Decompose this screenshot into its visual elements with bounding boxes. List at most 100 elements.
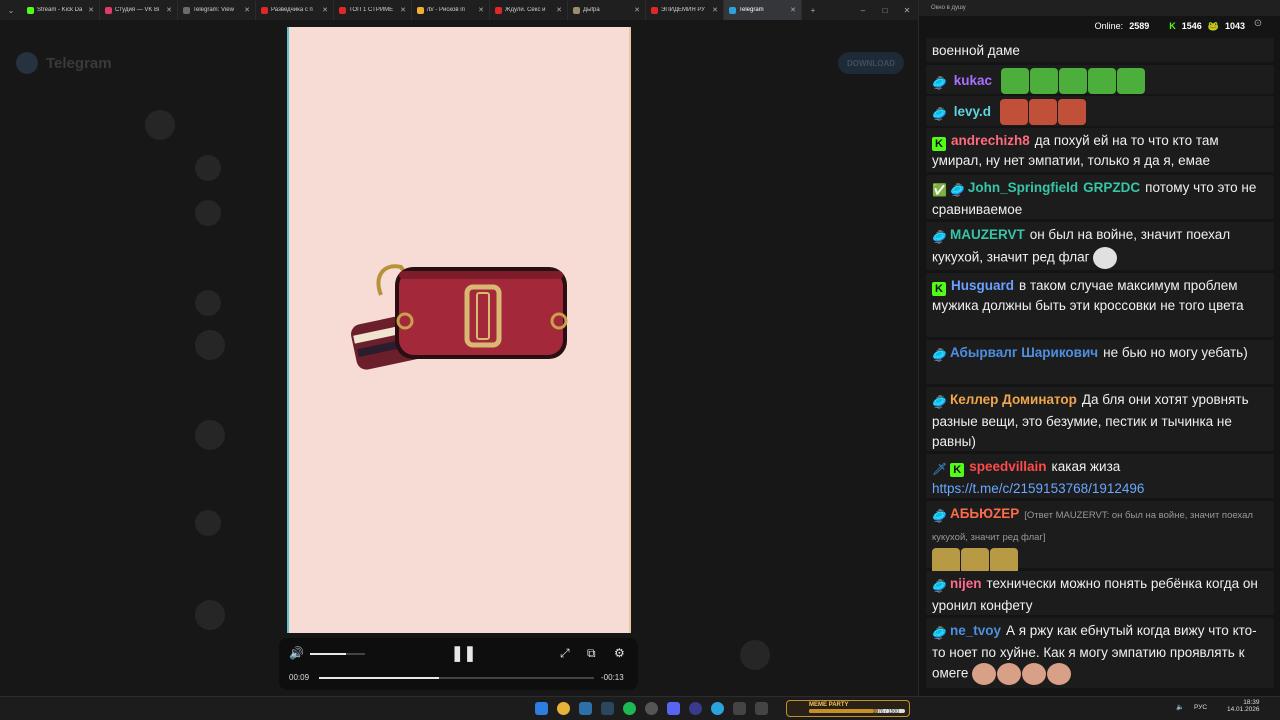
tab-close-icon[interactable]: ✕	[478, 6, 484, 14]
app-icon[interactable]	[733, 702, 746, 715]
meme-party-widget[interactable]: MEME PARTY 1076 / 1500	[786, 700, 910, 717]
telegram-logo-icon	[16, 52, 38, 74]
sound-icon[interactable]: 🔈	[1176, 703, 1184, 711]
username[interactable]: levy.d	[954, 104, 991, 119]
frog-emote-icon	[1116, 68, 1145, 94]
browser-tab-strip: ⌄ Stream - Kick Da ✕ Студия — VK Ві ✕ Telegr…	[0, 0, 918, 20]
username[interactable]: John_Springfield	[968, 180, 1078, 195]
message-text: военной даме	[932, 43, 1020, 58]
chat-window-title: Окно в душу	[919, 0, 1280, 16]
chrome-icon[interactable]	[557, 702, 570, 715]
tab-close-icon[interactable]: ✕	[322, 6, 328, 14]
chat-message: K Husguard в таком случае максимум проблем…	[926, 273, 1274, 337]
laughing-emote-icon	[972, 663, 997, 685]
emote-icon: 🐸	[1207, 20, 1219, 31]
username[interactable]: Келлер Доминатор	[950, 392, 1077, 407]
discord-icon[interactable]	[667, 702, 680, 715]
tab-title: Ждули. Секс и	[505, 7, 546, 13]
tab-close-icon[interactable]: ✕	[244, 6, 250, 14]
tab-list-button[interactable]: ⌄	[0, 6, 22, 15]
username[interactable]: Husguard	[951, 278, 1014, 293]
video-frame[interactable]	[289, 27, 629, 633]
minimize-button[interactable]: –	[852, 6, 874, 15]
browser-tab[interactable]: Студия — VK Ві ✕	[100, 0, 178, 20]
picture-in-picture-icon[interactable]: ⧉	[587, 646, 596, 661]
santa-emote-icon	[1093, 247, 1118, 269]
tab-favicon-icon	[573, 6, 580, 14]
chat-message: 🥏 АБЬЮZEP [Ответ MAUZERVT: он был на войне…	[926, 501, 1274, 574]
new-tab-button[interactable]: +	[802, 6, 824, 15]
tab-close-icon[interactable]: ✕	[556, 6, 562, 14]
browser-tab[interactable]: ТОП 1 СТРИМЕ ✕	[334, 0, 412, 20]
tab-title: Stream - Kick Da	[37, 7, 83, 13]
chat-settings-icon[interactable]: ⊙	[1249, 18, 1267, 34]
remaining-time: -00:13	[601, 673, 624, 682]
online-label: Online:	[1094, 21, 1124, 31]
browser-tab[interactable]: ЭПИДЕМИЯ РУ ✕	[646, 0, 724, 20]
tab-favicon-icon	[183, 6, 190, 14]
tab-title: Telegram: View	[193, 7, 234, 13]
emote-badge-icon: 🥏	[949, 183, 965, 197]
telegram-icon[interactable]	[711, 702, 724, 715]
clock[interactable]: 18:39 14.01.2026	[1227, 699, 1260, 713]
frog-emote-icon	[1087, 68, 1116, 94]
username[interactable]: Абырвалг Шарикович	[950, 345, 1098, 360]
tab-title: ЭПИДЕМИЯ РУ	[661, 7, 705, 13]
app-icon[interactable]	[689, 702, 702, 715]
steam-icon[interactable]	[601, 702, 614, 715]
username[interactable]: kukac	[954, 73, 992, 88]
spotify-icon[interactable]	[623, 702, 636, 715]
quality-settings-icon[interactable]: ⚙	[614, 646, 625, 660]
laughing-emote-icon	[1047, 663, 1072, 685]
emote-badge-icon: 🥏	[932, 626, 947, 640]
laughing-emote-icon	[1022, 663, 1047, 685]
kick-viewers: 1546	[1181, 21, 1202, 31]
file-explorer-icon[interactable]	[579, 702, 592, 715]
browser-tab[interactable]: Дыfра ✕	[568, 0, 646, 20]
maximize-button[interactable]: □	[874, 6, 896, 15]
tab-favicon-icon	[651, 6, 658, 14]
username[interactable]: nijen	[950, 576, 982, 591]
tab-close-icon[interactable]: ✕	[88, 6, 94, 14]
app-icon[interactable]	[755, 702, 768, 715]
kick-badge-icon: K	[950, 463, 965, 477]
message-link[interactable]: https://t.me/c/2159153768/1912496	[932, 481, 1144, 496]
browser-tab[interactable]: Ждули. Секс и ✕	[490, 0, 568, 20]
username[interactable]: andrechizh8	[951, 133, 1030, 148]
fullscreen-icon[interactable]: ⤢	[560, 646, 570, 661]
telegram-brand-label: Telegram	[46, 54, 112, 72]
tab-favicon-icon	[339, 6, 346, 14]
tab-close-icon[interactable]: ✕	[790, 6, 796, 14]
username[interactable]: MAUZERVT	[950, 227, 1025, 242]
tab-close-icon[interactable]: ✕	[712, 6, 718, 14]
obs-icon[interactable]	[645, 702, 658, 715]
frog-emote-icon	[1000, 68, 1029, 94]
volume-icon[interactable]: 🔊	[289, 646, 304, 660]
telegram-download-button[interactable]: DOWNLOAD	[838, 52, 904, 74]
username[interactable]: speedvillain	[969, 459, 1046, 474]
language-indicator[interactable]: РУС	[1194, 704, 1207, 711]
username[interactable]: АБЬЮZEP	[950, 506, 1019, 521]
tab-title: Telegram	[739, 7, 764, 13]
tab-title: ТОП 1 СТРИМЕ	[349, 7, 394, 13]
chat-message: 🥏 ne_tvoy А я ржу как ебнутый когда вижу ч…	[926, 618, 1274, 688]
kick-badge-icon: K	[932, 282, 946, 296]
browser-tab[interactable]: Telegram ✕	[724, 0, 802, 20]
start-icon[interactable]	[535, 702, 548, 715]
emote-badge-icon: 🥏	[932, 509, 947, 523]
pause-icon[interactable]: ❚❚	[451, 644, 476, 662]
tab-close-icon[interactable]: ✕	[166, 6, 172, 14]
chat-message: Kandrechizh8 да похуй ей на то что кто та…	[926, 128, 1274, 172]
browser-tab[interactable]: Разведчика с п ✕	[256, 0, 334, 20]
meme-party-progress-text: 1076 / 1500	[872, 709, 899, 715]
window-close-button[interactable]: ✕	[896, 6, 918, 15]
message-text: какая жиза	[1051, 459, 1121, 474]
browser-tab[interactable]: Telegram: View ✕	[178, 0, 256, 20]
telegram-brand: Telegram	[16, 52, 112, 74]
tab-close-icon[interactable]: ✕	[400, 6, 406, 14]
tab-close-icon[interactable]: ✕	[634, 6, 640, 14]
username[interactable]: ne_tvoy	[950, 623, 1001, 638]
username-tag: GRPZDC	[1083, 180, 1141, 195]
browser-tab[interactable]: /b/ - Рисков іп ✕	[412, 0, 490, 20]
browser-tab[interactable]: Stream - Kick Da ✕	[22, 0, 100, 20]
